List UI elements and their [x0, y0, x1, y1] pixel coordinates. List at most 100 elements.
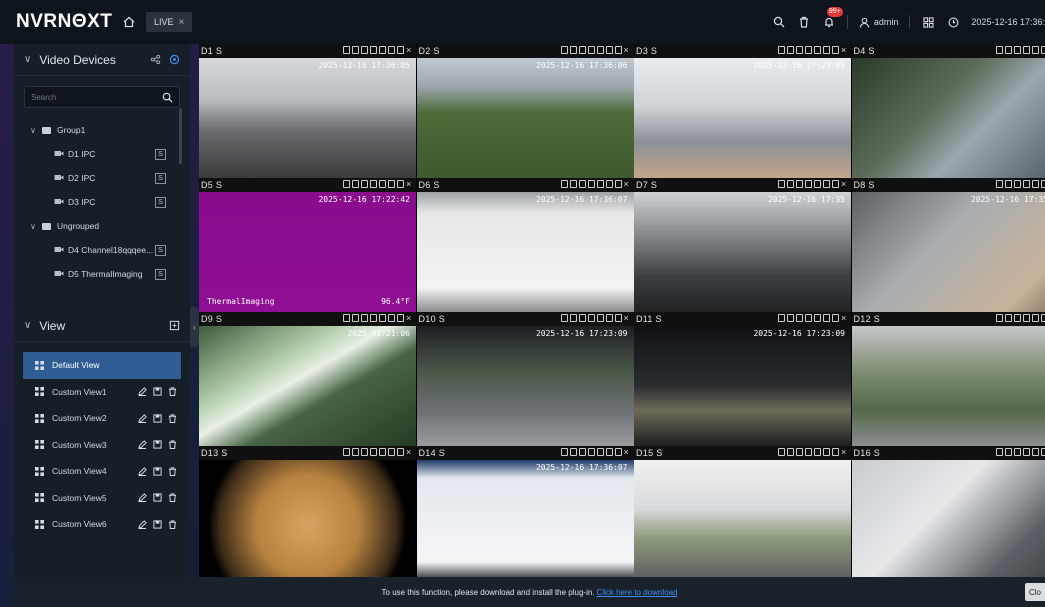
view-item[interactable]: Custom View1 [23, 379, 181, 406]
video-feed[interactable] [199, 460, 416, 580]
view-item[interactable]: Custom View3 [23, 432, 181, 459]
video-tile[interactable]: D3 S × 2025-12-16 17:23:05 [634, 44, 851, 178]
ptz-icon[interactable] [379, 314, 386, 322]
zoom-icon[interactable] [388, 314, 395, 322]
ptz-icon[interactable] [814, 314, 821, 322]
video-feed[interactable] [851, 58, 1045, 178]
tree-device[interactable]: D2 IPC S [14, 166, 190, 190]
video-tile[interactable]: D9 S × 2025 01:21:06 [199, 312, 416, 446]
audio-icon[interactable] [805, 314, 812, 322]
close-icon[interactable]: × [624, 46, 631, 55]
snapshot-icon[interactable] [352, 180, 359, 188]
tree-device[interactable]: D1 IPC S [14, 142, 190, 166]
edit-icon[interactable] [138, 413, 147, 423]
record-icon[interactable] [995, 180, 1003, 188]
tab-close-icon[interactable]: × [179, 17, 185, 28]
zoom-icon[interactable] [1040, 314, 1045, 322]
video-feed[interactable] [851, 326, 1045, 446]
settings-icon[interactable] [832, 46, 839, 54]
video-tile[interactable]: D12 S × [851, 312, 1045, 446]
close-icon[interactable]: × [406, 314, 413, 323]
video-feed[interactable] [199, 58, 416, 178]
snapshot-icon[interactable] [787, 314, 794, 322]
audio-icon[interactable] [370, 180, 377, 188]
settings-icon[interactable] [397, 314, 404, 322]
settings-icon[interactable] [832, 180, 839, 188]
tree-group[interactable]: ∨ Group1 [14, 118, 190, 142]
record-icon[interactable] [560, 180, 568, 188]
view-item[interactable]: Custom View6 [23, 511, 181, 538]
video-tile[interactable]: D13 S × [199, 446, 416, 580]
tree-device[interactable]: D3 IPC S [14, 190, 190, 214]
camera-icon[interactable] [578, 314, 586, 322]
settings-icon[interactable] [397, 46, 404, 54]
stream-tag[interactable]: S [155, 244, 166, 256]
settings-icon[interactable] [614, 180, 622, 188]
settings-icon[interactable] [169, 54, 180, 65]
audio-icon[interactable] [805, 448, 812, 456]
ptz-icon[interactable] [596, 314, 604, 322]
record-icon[interactable] [778, 46, 785, 54]
audio-icon[interactable] [1022, 46, 1030, 54]
camera-icon[interactable] [796, 314, 803, 322]
settings-icon[interactable] [832, 314, 839, 322]
video-tile[interactable]: D8 S × 2025-12-16 17:35:37 [851, 178, 1045, 312]
record-icon[interactable] [778, 314, 785, 322]
video-tile[interactable]: D15 S × [634, 446, 851, 580]
view-header[interactable]: ∨ View [14, 310, 190, 342]
close-icon[interactable]: × [841, 180, 848, 189]
video-tile[interactable]: D4 S × [851, 44, 1045, 178]
tree-device[interactable]: D5 ThermalImaging S [14, 262, 190, 284]
ptz-icon[interactable] [596, 448, 604, 456]
save-icon[interactable] [153, 467, 162, 476]
tab-live[interactable]: LIVE × [146, 12, 193, 32]
view-item[interactable]: Custom View2 [23, 405, 181, 432]
close-icon[interactable]: × [841, 314, 848, 323]
snapshot-icon[interactable] [352, 46, 359, 54]
close-icon[interactable]: × [406, 448, 413, 457]
audio-icon[interactable] [370, 314, 377, 322]
camera-icon[interactable] [361, 180, 368, 188]
snapshot-icon[interactable] [569, 448, 577, 456]
trash-icon[interactable] [797, 15, 811, 29]
camera-icon[interactable] [796, 46, 803, 54]
video-tile[interactable]: D14 S × 2025-12-16 17:36:07 [416, 446, 634, 580]
user-menu[interactable]: admin [859, 17, 898, 28]
save-icon[interactable] [153, 387, 162, 396]
chevron-down-icon[interactable]: ∨ [30, 222, 42, 231]
ptz-icon[interactable] [1031, 314, 1039, 322]
record-icon[interactable] [343, 448, 350, 456]
zoom-icon[interactable] [1040, 448, 1045, 456]
search-icon[interactable] [772, 15, 786, 29]
ptz-icon[interactable] [596, 180, 604, 188]
snapshot-icon[interactable] [1004, 46, 1012, 54]
zoom-icon[interactable] [1040, 46, 1045, 54]
snapshot-icon[interactable] [1004, 180, 1012, 188]
video-feed[interactable] [416, 460, 634, 580]
video-feed[interactable] [634, 326, 851, 446]
ptz-icon[interactable] [379, 46, 386, 54]
apps-grid-icon[interactable] [921, 15, 935, 29]
audio-icon[interactable] [370, 448, 377, 456]
audio-icon[interactable] [1022, 448, 1030, 456]
save-icon[interactable] [153, 520, 162, 529]
snapshot-icon[interactable] [787, 448, 794, 456]
video-tile[interactable]: D5 S × 2025-12-16 17:22:42 ThermalImaging 96… [199, 178, 416, 312]
camera-icon[interactable] [796, 180, 803, 188]
camera-icon[interactable] [1013, 448, 1021, 456]
audio-icon[interactable] [805, 180, 812, 188]
close-icon[interactable]: × [624, 180, 631, 189]
audio-icon[interactable] [587, 46, 595, 54]
download-link[interactable]: Click here to download [597, 588, 678, 597]
zoom-icon[interactable] [388, 448, 395, 456]
edit-icon[interactable] [138, 466, 147, 476]
camera-icon[interactable] [796, 448, 803, 456]
video-tile[interactable]: D6 S × 2025-12-16 17:36:07 [416, 178, 634, 312]
audio-icon[interactable] [587, 180, 595, 188]
stream-tag[interactable]: S [155, 172, 166, 184]
share-icon[interactable] [150, 54, 161, 65]
device-search[interactable] [24, 86, 180, 108]
zoom-icon[interactable] [823, 314, 830, 322]
close-button[interactable]: Clo [1025, 583, 1045, 601]
ptz-icon[interactable] [379, 448, 386, 456]
